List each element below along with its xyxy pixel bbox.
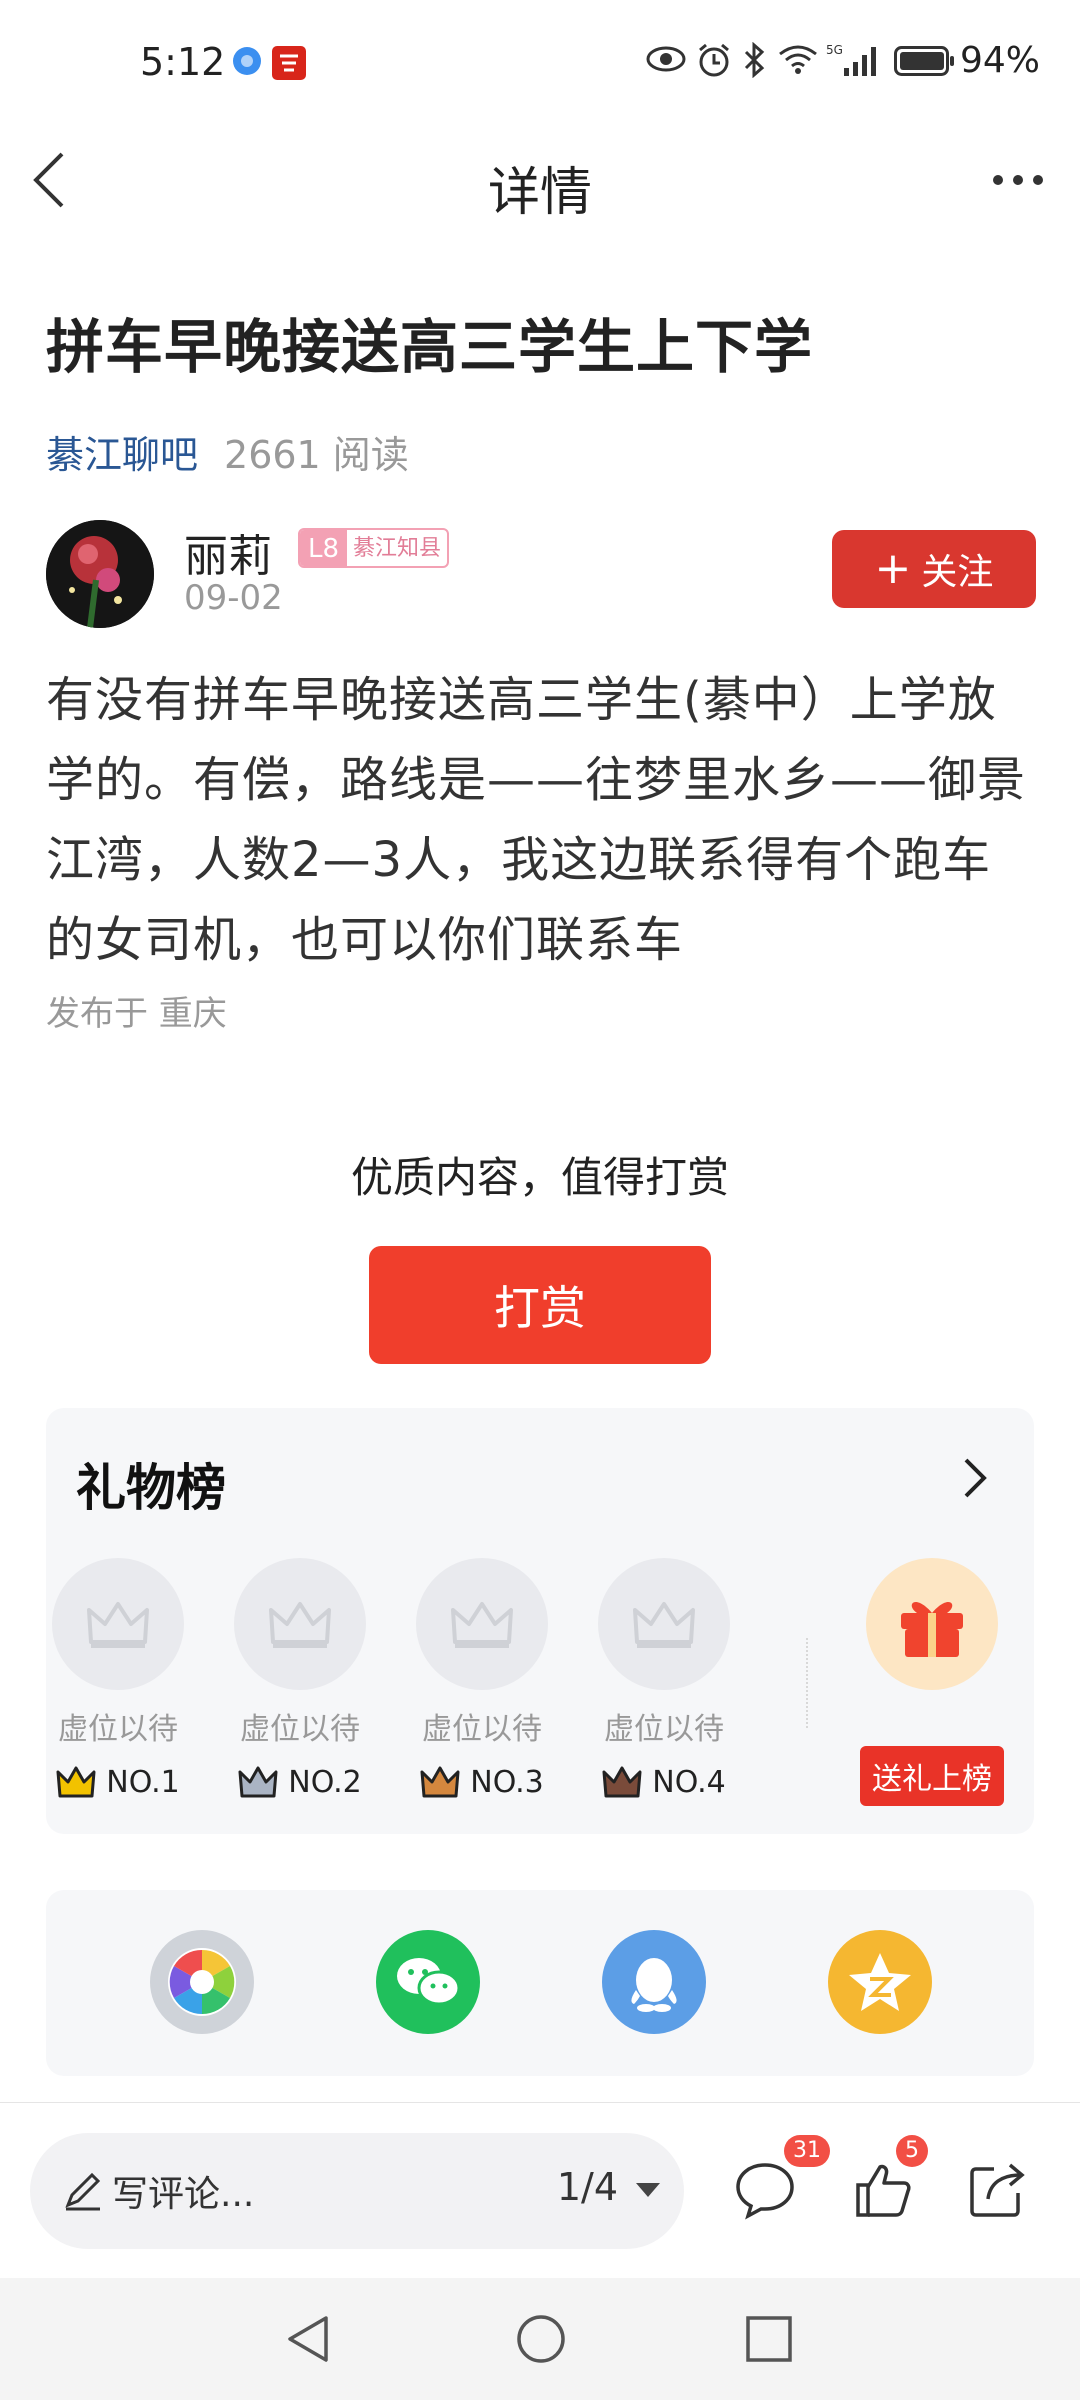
gift-board: 礼物榜 虚位以待 NO.1 虚位以待 NO.2 虚位以待 NO.3 虚位以待 N… bbox=[46, 1408, 1034, 1834]
alarm-icon bbox=[699, 43, 729, 77]
crown-outline-icon bbox=[269, 1602, 331, 1648]
send-gift-button[interactable]: 送礼上榜 bbox=[860, 1746, 1004, 1806]
slot-placeholder: 虚位以待 bbox=[58, 1712, 178, 1747]
crown-outline-icon bbox=[451, 1602, 513, 1648]
like-icon[interactable] bbox=[852, 2159, 914, 2221]
slot-rank: NO.2 bbox=[230, 1764, 370, 1800]
eye-icon bbox=[646, 46, 686, 72]
crown-bronze-icon bbox=[420, 1766, 460, 1798]
crown-outline-icon bbox=[87, 1602, 149, 1648]
level-number: L8 bbox=[300, 530, 348, 566]
status-bar: 5:12 5G 94% bbox=[0, 0, 1080, 130]
crown-gold-icon bbox=[56, 1766, 96, 1798]
app-notification-icon bbox=[272, 46, 306, 80]
slot-rank: NO.4 bbox=[594, 1764, 734, 1800]
gift-slot[interactable]: 虚位以待 NO.3 bbox=[412, 1558, 552, 1800]
like-count-badge: 5 bbox=[896, 2135, 928, 2167]
forum-link[interactable]: 綦江聊吧 bbox=[46, 433, 198, 477]
post-title: 拼车早晚接送高三学生上下学 bbox=[46, 313, 814, 381]
slot-placeholder: 虚位以待 bbox=[240, 1712, 360, 1747]
system-navigation-bar bbox=[0, 2278, 1080, 2400]
rank-label: NO.1 bbox=[106, 1764, 180, 1800]
level-title: 綦江知县 bbox=[353, 536, 442, 561]
slot-placeholder: 虚位以待 bbox=[422, 1712, 542, 1747]
comment-count-badge: 31 bbox=[784, 2135, 830, 2167]
gift-box-button[interactable] bbox=[866, 1558, 998, 1690]
battery-icon bbox=[894, 46, 954, 76]
wechat-icon[interactable] bbox=[376, 1930, 480, 2034]
plus-icon: + bbox=[874, 543, 912, 594]
gift-slot[interactable]: 虚位以待 NO.2 bbox=[230, 1558, 370, 1800]
author-row: 丽莉 L8 綦江知县 09-02 + 关注 bbox=[46, 520, 1036, 630]
comment-placeholder: 写评论... bbox=[112, 2174, 255, 2215]
share-icon[interactable] bbox=[966, 2159, 1028, 2221]
rank-label: NO.2 bbox=[288, 1764, 362, 1800]
author-name[interactable]: 丽莉 bbox=[184, 520, 272, 584]
svg-text:5G: 5G bbox=[826, 43, 843, 57]
empty-slot-avatar bbox=[234, 1558, 366, 1690]
avatar-image bbox=[46, 520, 154, 628]
empty-slot-avatar bbox=[598, 1558, 730, 1690]
level-badge: L8 綦江知县 bbox=[298, 528, 450, 568]
post-meta: 綦江聊吧 2661 阅读 bbox=[46, 424, 409, 479]
read-count: 2661 阅读 bbox=[224, 433, 409, 477]
reward-prompt: 优质内容，值得打赏 bbox=[350, 1153, 729, 1202]
comment-input[interactable]: 写评论... 1/4 bbox=[30, 2133, 684, 2249]
slot-rank: NO.1 bbox=[48, 1764, 188, 1800]
page-indicator[interactable]: 1/4 bbox=[557, 2165, 618, 2209]
dropdown-caret-icon[interactable] bbox=[636, 2183, 660, 2197]
qq-icon[interactable] bbox=[602, 1930, 706, 2034]
share-panel bbox=[46, 1890, 1034, 2076]
status-time: 5:12 bbox=[140, 40, 226, 84]
gift-board-title: 礼物榜 bbox=[76, 1459, 226, 1517]
post-content: 有没有拼车早晚接送高三学生(綦中）上学放学的。有偿，路线是——往梦里水乡——御景… bbox=[46, 672, 1027, 968]
avatar[interactable] bbox=[46, 520, 154, 628]
post-location: 发布于 重庆 bbox=[46, 994, 227, 1034]
gift-slot[interactable]: 虚位以待 NO.1 bbox=[48, 1558, 188, 1800]
slot-rank: NO.3 bbox=[412, 1764, 552, 1800]
page-title: 详情 bbox=[487, 163, 592, 223]
follow-label: 关注 bbox=[921, 552, 994, 593]
reward-button[interactable]: 打赏 bbox=[369, 1246, 711, 1364]
more-options-icon[interactable] bbox=[988, 154, 1048, 206]
bottom-action-bar: 写评论... 1/4 31 5 bbox=[0, 2102, 1080, 2278]
signal-icon: 5G bbox=[826, 43, 876, 76]
battery-percent: 94% bbox=[959, 40, 1040, 81]
rank-label: NO.3 bbox=[470, 1764, 544, 1800]
rank-label: NO.4 bbox=[652, 1764, 726, 1800]
nav-recents-icon[interactable] bbox=[742, 2312, 796, 2366]
crown-outline-icon bbox=[633, 1602, 695, 1648]
comment-icon[interactable] bbox=[734, 2159, 796, 2221]
moments-icon[interactable] bbox=[150, 1930, 254, 2034]
post-date: 09-02 bbox=[184, 578, 283, 618]
pencil-icon bbox=[65, 2172, 101, 2211]
chevron-right-icon[interactable] bbox=[962, 1456, 990, 1500]
empty-slot-avatar bbox=[416, 1558, 548, 1690]
gift-slot[interactable]: 虚位以待 NO.4 bbox=[594, 1558, 734, 1800]
gift-icon bbox=[901, 1602, 963, 1657]
crown-brown-icon bbox=[602, 1766, 642, 1798]
nav-bar: 详情 bbox=[0, 130, 1080, 230]
nav-home-icon[interactable] bbox=[514, 2312, 568, 2366]
bluetooth-icon bbox=[744, 42, 765, 78]
empty-slot-avatar bbox=[52, 1558, 184, 1690]
follow-button[interactable]: + 关注 bbox=[832, 530, 1036, 608]
slot-placeholder: 虚位以待 bbox=[604, 1712, 724, 1747]
qzone-icon[interactable] bbox=[828, 1930, 932, 2034]
divider bbox=[806, 1638, 808, 1728]
crown-silver-icon bbox=[238, 1766, 278, 1798]
wifi-icon bbox=[779, 45, 817, 74]
browser-icon bbox=[233, 47, 261, 75]
nav-back-icon[interactable] bbox=[282, 2312, 336, 2366]
